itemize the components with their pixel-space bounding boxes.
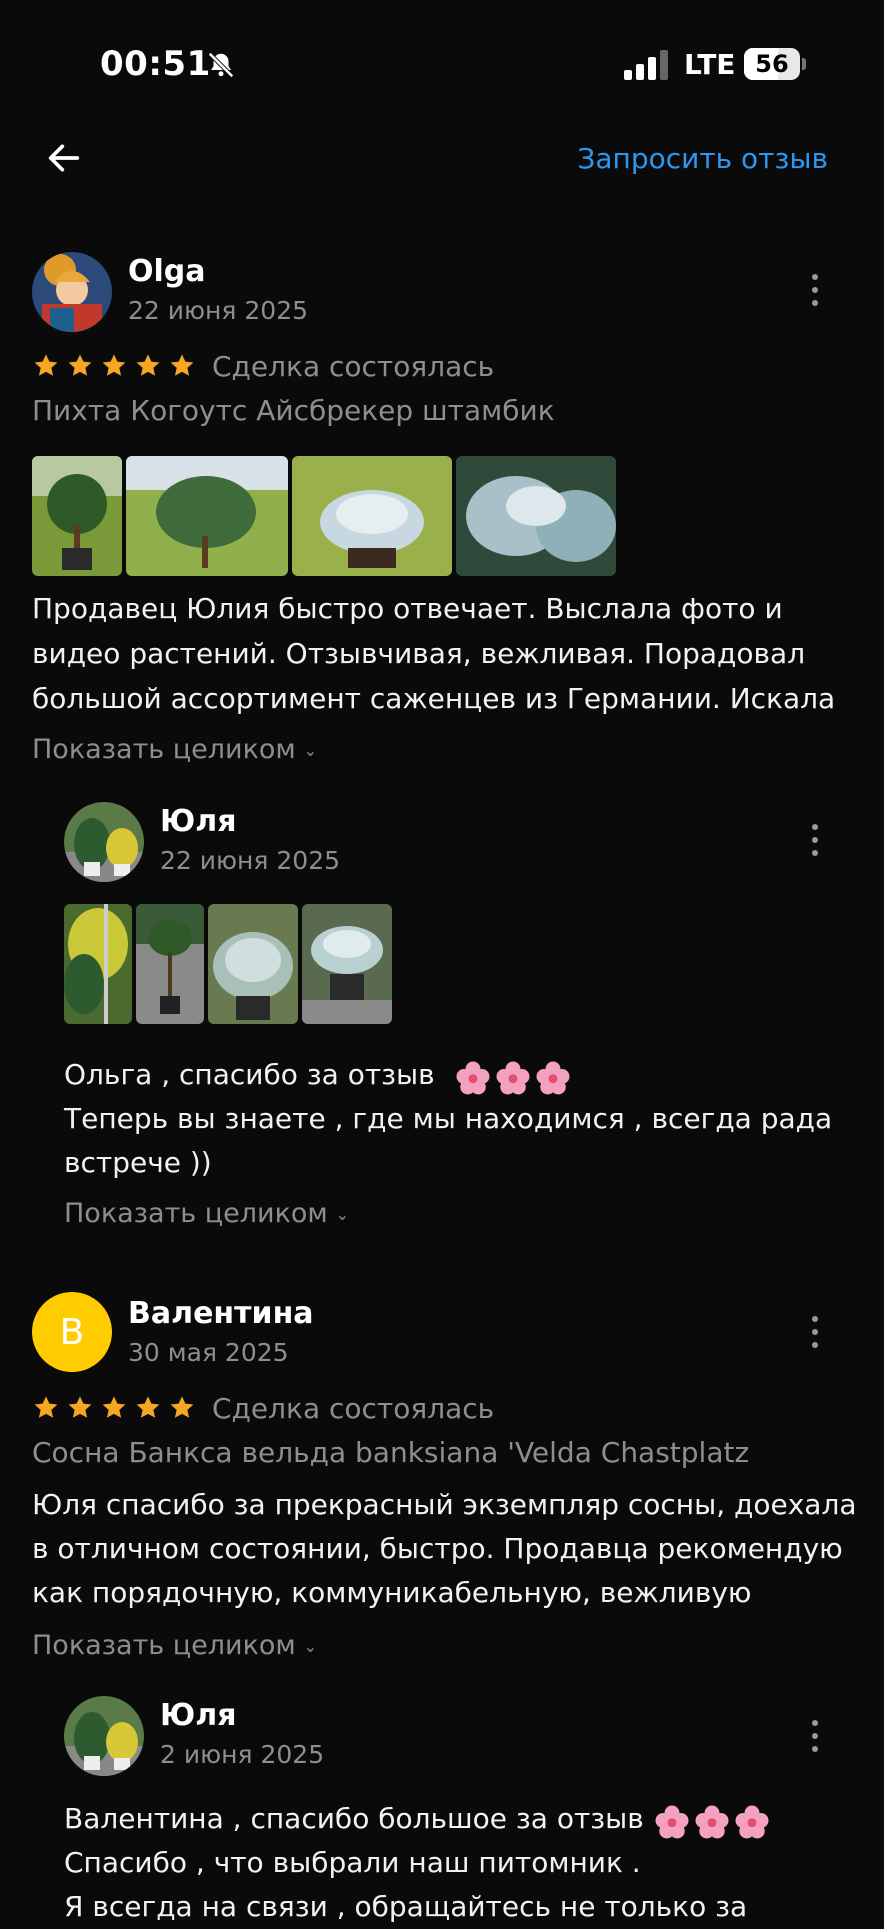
star-icon bbox=[170, 1396, 194, 1418]
show-all-label: Показать целиком bbox=[64, 1198, 328, 1229]
reply-text: Валентина , спасибо большое за отзыв bbox=[64, 1802, 644, 1835]
chevron-down-icon: ⌄ bbox=[303, 1637, 318, 1656]
seller-avatar[interactable] bbox=[64, 802, 144, 882]
show-all-link[interactable]: Показать целиком ⌄ bbox=[32, 734, 317, 765]
more-options-icon[interactable] bbox=[808, 824, 822, 858]
reply-photo[interactable] bbox=[136, 904, 204, 1024]
reply-text: Ольга , спасибо за отзыв bbox=[64, 1058, 435, 1091]
product-name[interactable]: Пихта Когоутс Айсбрекер штамбик bbox=[32, 394, 555, 427]
bell-muted-icon bbox=[208, 52, 234, 78]
review-author: Olga bbox=[128, 254, 206, 289]
review-text-line: видео растений. Отзывчивая, вежливая. По… bbox=[32, 637, 806, 670]
status-time: 00:51 bbox=[100, 44, 211, 84]
star-icon bbox=[102, 354, 126, 376]
star-icon bbox=[34, 354, 58, 376]
review-text-line: большой ассортимент саженцев из Германии… bbox=[32, 682, 836, 715]
status-bar: 00:51 LTE 56 bbox=[0, 0, 884, 130]
show-all-label: Показать целиком bbox=[32, 1630, 296, 1661]
reply-author: Юля bbox=[160, 804, 237, 839]
more-options-icon[interactable] bbox=[808, 1316, 822, 1350]
show-all-link[interactable]: Показать целиком ⌄ bbox=[32, 1630, 317, 1661]
deal-status: Сделка состоялась bbox=[212, 350, 495, 383]
review-card: В Валентина 30 мая 2025 Сделка состоялас… bbox=[0, 1290, 884, 1923]
battery-icon: 56 bbox=[744, 48, 806, 80]
avatar-letter: В bbox=[59, 1311, 85, 1353]
request-review-button[interactable]: Запросить отзыв bbox=[577, 142, 828, 175]
network-type: LTE bbox=[684, 48, 736, 81]
reply-text-line: Я всегда на связи , обращайтесь не тольк… bbox=[64, 1890, 748, 1923]
review-text-line: в отличном состоянии, быстро. Продавца р… bbox=[32, 1532, 843, 1565]
reply-photo[interactable] bbox=[64, 904, 132, 1024]
star-icon bbox=[170, 354, 194, 376]
review-card: Olga 22 июня 2025 Сделка состоялась Пихт… bbox=[0, 246, 884, 1229]
review-text-line: Продавец Юлия быстро отвечает. Выслала ф… bbox=[32, 592, 783, 625]
review-photo[interactable] bbox=[292, 456, 452, 576]
review-date: 22 июня 2025 bbox=[128, 296, 309, 325]
chevron-down-icon: ⌄ bbox=[303, 741, 318, 760]
star-icon bbox=[136, 1396, 160, 1418]
review-photo[interactable] bbox=[456, 456, 616, 576]
chevron-down-icon: ⌄ bbox=[335, 1205, 350, 1224]
review-author: Валентина bbox=[128, 1296, 314, 1331]
battery-level: 56 bbox=[755, 50, 789, 78]
flower-emoji-icon bbox=[455, 1054, 575, 1099]
reply-text-line: Ольга , спасибо за отзыв bbox=[64, 1052, 575, 1099]
deal-status: Сделка состоялась bbox=[212, 1392, 495, 1425]
avatar[interactable]: В bbox=[32, 1292, 112, 1372]
show-all-link[interactable]: Показать целиком ⌄ bbox=[64, 1198, 349, 1229]
review-text-line: как порядочную, коммуникабельную, вежлив… bbox=[32, 1576, 752, 1609]
signal-icon bbox=[624, 50, 668, 80]
reply-text-line: встрече )) bbox=[64, 1146, 212, 1179]
product-name[interactable]: Сосна Банкса вельда banksiana 'Velda Cha… bbox=[32, 1436, 749, 1469]
avatar[interactable] bbox=[32, 252, 112, 332]
star-icon bbox=[68, 1396, 92, 1418]
top-bar: Запросить отзыв bbox=[0, 120, 884, 200]
show-all-label: Показать целиком bbox=[32, 734, 296, 765]
reply-author: Юля bbox=[160, 1698, 237, 1733]
reply-text-line: Спасибо , что выбрали наш питомник . bbox=[64, 1846, 641, 1879]
reply-date: 2 июня 2025 bbox=[160, 1740, 325, 1769]
star-icon bbox=[34, 1396, 58, 1418]
review-photo[interactable] bbox=[126, 456, 288, 576]
back-arrow-icon[interactable] bbox=[44, 138, 84, 178]
review-photo[interactable] bbox=[32, 456, 122, 576]
reply-text-line: Теперь вы знаете , где мы находимся , вс… bbox=[64, 1102, 833, 1135]
star-icon bbox=[68, 354, 92, 376]
more-options-icon[interactable] bbox=[808, 1720, 822, 1754]
reply-photo[interactable] bbox=[302, 904, 392, 1024]
seller-avatar[interactable] bbox=[64, 1696, 144, 1776]
review-date: 30 мая 2025 bbox=[128, 1338, 289, 1367]
more-options-icon[interactable] bbox=[808, 274, 822, 308]
reply-date: 22 июня 2025 bbox=[160, 846, 341, 875]
star-icon bbox=[102, 1396, 126, 1418]
flower-emoji-icon bbox=[654, 1798, 774, 1843]
rating-stars bbox=[32, 352, 196, 380]
reply-photo[interactable] bbox=[208, 904, 298, 1024]
reply-text-line: Валентина , спасибо большое за отзыв bbox=[64, 1796, 774, 1843]
rating-stars bbox=[32, 1394, 196, 1422]
review-text-line: Юля спасибо за прекрасный экземпляр сосн… bbox=[32, 1488, 857, 1521]
star-icon bbox=[136, 354, 160, 376]
